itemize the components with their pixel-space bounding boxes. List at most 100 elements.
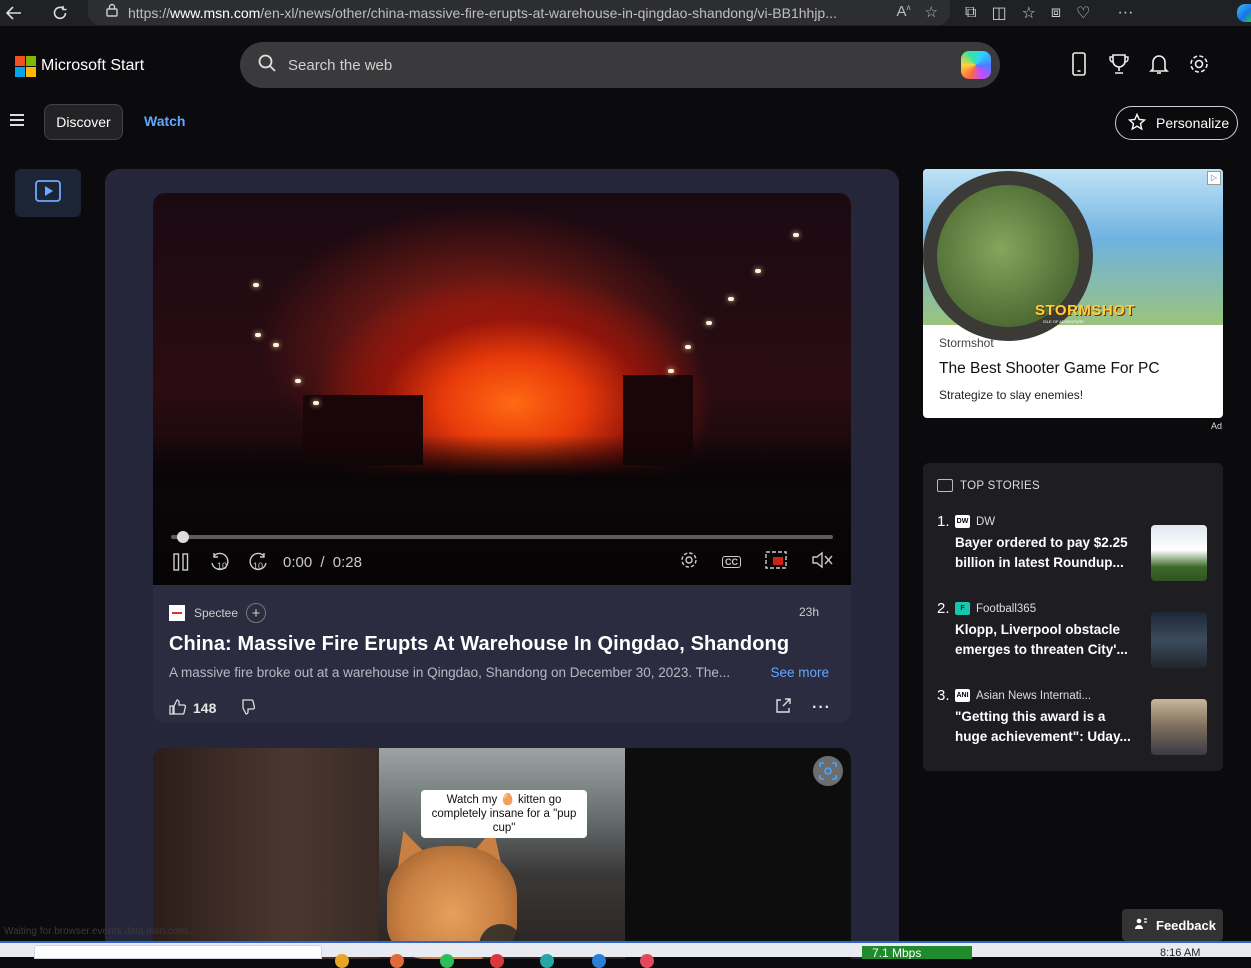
video-headline[interactable]: China: Massive Fire Erupts At Warehouse … bbox=[169, 633, 835, 656]
notifications-bell-icon[interactable] bbox=[1148, 50, 1170, 78]
video-nav-button[interactable] bbox=[15, 169, 81, 217]
hamburger-menu-icon[interactable] bbox=[10, 114, 24, 129]
story-title[interactable]: Klopp, Liverpool obstacle emerges to thr… bbox=[955, 620, 1135, 660]
newspaper-icon bbox=[937, 479, 953, 492]
microsoft-logo-icon bbox=[15, 56, 36, 77]
follow-plus-icon[interactable]: + bbox=[246, 603, 267, 623]
story-source: Asian News Internati... bbox=[976, 689, 1092, 702]
favorites-icon[interactable]: ☆ bbox=[1022, 3, 1036, 23]
site-header: Microsoft Start Search the web bbox=[0, 26, 1251, 104]
muted-speaker-icon[interactable] bbox=[811, 551, 833, 572]
feedback-button[interactable]: Feedback bbox=[1122, 909, 1223, 941]
pause-icon[interactable] bbox=[173, 553, 189, 571]
sub-navigation: Discover Watch Personalize bbox=[0, 104, 1251, 140]
taskbar-app-icon[interactable] bbox=[490, 954, 504, 968]
share-icon[interactable] bbox=[774, 697, 792, 718]
video-scrubber-handle[interactable] bbox=[177, 531, 189, 543]
adchoices-icon[interactable]: ▷ bbox=[1207, 171, 1221, 185]
browser-status-text: Waiting for browser.events.data.msn.com.… bbox=[4, 926, 196, 937]
ad-image: STORMSHOT ISLE OF ADVENTURE ▷ bbox=[923, 169, 1223, 341]
video-progress-bar[interactable] bbox=[171, 535, 833, 539]
ad-advertiser: Stormshot bbox=[939, 336, 994, 350]
closed-captions-icon[interactable]: CC bbox=[722, 555, 741, 568]
play-video-icon bbox=[35, 179, 61, 207]
ani-logo-icon: ANI bbox=[955, 689, 970, 702]
top-story-item[interactable]: 2. F Football365 Klopp, Liverpool obstac… bbox=[937, 600, 1209, 668]
top-stories-panel: TOP STORIES 1. DW DW Bayer ordered to pa… bbox=[923, 463, 1223, 771]
story-thumbnail bbox=[1151, 612, 1207, 668]
watch-tab[interactable]: Watch bbox=[144, 113, 185, 129]
story-thumbnail bbox=[1151, 525, 1207, 581]
video-player[interactable]: 10 10 0:00 / 0:28 CC bbox=[153, 193, 851, 585]
feedback-person-icon bbox=[1134, 917, 1148, 934]
split-screen-icon[interactable]: ◫ bbox=[991, 3, 1006, 23]
network-speed-widget: 7.1 Mbps bbox=[862, 946, 972, 959]
settings-gear-icon[interactable] bbox=[1188, 50, 1210, 78]
taskbar-app-icon[interactable] bbox=[592, 954, 606, 968]
skyline bbox=[153, 435, 851, 495]
extensions-icon[interactable]: ⧉ bbox=[965, 4, 976, 22]
search-box[interactable]: Search the web bbox=[240, 42, 1000, 88]
ad-title[interactable]: The Best Shooter Game For PC bbox=[939, 360, 1160, 378]
personalize-button[interactable]: Personalize bbox=[1115, 106, 1238, 140]
browser-toolbar: https://www.msn.com/en-xl/news/other/chi… bbox=[0, 0, 1251, 26]
discover-tab[interactable]: Discover bbox=[44, 104, 123, 140]
football365-logo-icon: F bbox=[955, 602, 970, 615]
rewards-trophy-icon[interactable] bbox=[1108, 50, 1130, 78]
skip-back-10-icon[interactable]: 10 bbox=[209, 552, 229, 572]
dw-logo-icon: DW bbox=[955, 515, 970, 528]
thumbs-up-icon[interactable] bbox=[169, 698, 187, 719]
copilot-sidebar-icon[interactable] bbox=[1237, 4, 1251, 22]
system-clock[interactable]: 8:16 AM bbox=[1160, 947, 1200, 959]
skip-forward-label: 10 bbox=[253, 561, 264, 571]
phone-app-icon[interactable] bbox=[1068, 50, 1090, 78]
address-bar[interactable]: https://www.msn.com/en-xl/news/other/chi… bbox=[88, 0, 950, 25]
video-settings-gear-icon[interactable] bbox=[680, 551, 698, 572]
see-more-link[interactable]: See more bbox=[770, 665, 829, 680]
taskbar-app-icon[interactable] bbox=[390, 954, 404, 968]
top-stories-heading: TOP STORIES bbox=[960, 479, 1040, 492]
like-count: 148 bbox=[193, 700, 217, 716]
browser-essentials-icon[interactable]: ♡ bbox=[1076, 3, 1090, 23]
skip-forward-10-icon[interactable]: 10 bbox=[247, 552, 267, 572]
skip-back-label: 10 bbox=[217, 561, 228, 571]
visual-search-icon[interactable] bbox=[813, 756, 843, 786]
taskbar-app-icon[interactable] bbox=[335, 954, 349, 968]
ad-card[interactable]: STORMSHOT ISLE OF ADVENTURE ▷ Stormshot … bbox=[923, 169, 1223, 418]
taskbar-app-icon[interactable] bbox=[640, 954, 654, 968]
video-summary: A massive fire broke out at a warehouse … bbox=[169, 665, 731, 680]
ad-brand-art: STORMSHOT bbox=[1035, 302, 1136, 319]
search-placeholder: Search the web bbox=[288, 56, 393, 74]
story-source: DW bbox=[976, 515, 996, 528]
taskbar-app-icon[interactable] bbox=[440, 954, 454, 968]
video-caption: Watch my 🥚 kitten go completely insane f… bbox=[421, 790, 587, 838]
story-title[interactable]: Bayer ordered to pay $2.25 billion in la… bbox=[955, 533, 1135, 573]
spectee-logo-icon[interactable] bbox=[169, 605, 185, 621]
video-card-meta: Spectee + 23h China: Massive Fire Erupts… bbox=[169, 603, 835, 719]
microsoft-start-logo[interactable]: Microsoft Start bbox=[15, 56, 145, 77]
picture-in-picture-icon[interactable] bbox=[765, 551, 787, 572]
read-aloud-icon[interactable]: Aʌ bbox=[897, 3, 911, 21]
taskbar-app-icon[interactable] bbox=[540, 954, 554, 968]
feedback-label: Feedback bbox=[1156, 917, 1216, 933]
story-number: 2. bbox=[937, 600, 950, 617]
url-text: https://www.msn.com/en-xl/news/other/chi… bbox=[128, 4, 837, 21]
video-feed: 10 10 0:00 / 0:28 CC Spectee + 23h China… bbox=[105, 169, 899, 959]
lock-icon[interactable] bbox=[106, 3, 118, 22]
video-time: 0:00 / 0:28 bbox=[283, 553, 362, 571]
more-menu-icon[interactable]: ··· bbox=[1117, 4, 1133, 22]
thumbs-down-icon[interactable] bbox=[238, 698, 256, 719]
more-options-icon[interactable]: ··· bbox=[812, 699, 831, 717]
back-icon[interactable] bbox=[0, 0, 28, 26]
story-title[interactable]: "Getting this award is a huge achievemen… bbox=[955, 707, 1135, 747]
favorite-star-icon[interactable]: ☆ bbox=[925, 3, 938, 21]
next-video-card[interactable]: Watch my 🥚 kitten go completely insane f… bbox=[153, 748, 851, 959]
top-story-item[interactable]: 3. ANI Asian News Internati... "Getting … bbox=[937, 687, 1209, 755]
collections-icon[interactable]: ⧈ bbox=[1051, 4, 1061, 22]
top-story-item[interactable]: 1. DW DW Bayer ordered to pay $2.25 bill… bbox=[937, 513, 1209, 581]
ad-label: Ad bbox=[1211, 421, 1223, 431]
source-name[interactable]: Spectee bbox=[194, 606, 238, 620]
refresh-icon[interactable] bbox=[46, 0, 74, 26]
copilot-icon[interactable] bbox=[961, 51, 991, 79]
brand-name: Microsoft Start bbox=[41, 57, 145, 74]
